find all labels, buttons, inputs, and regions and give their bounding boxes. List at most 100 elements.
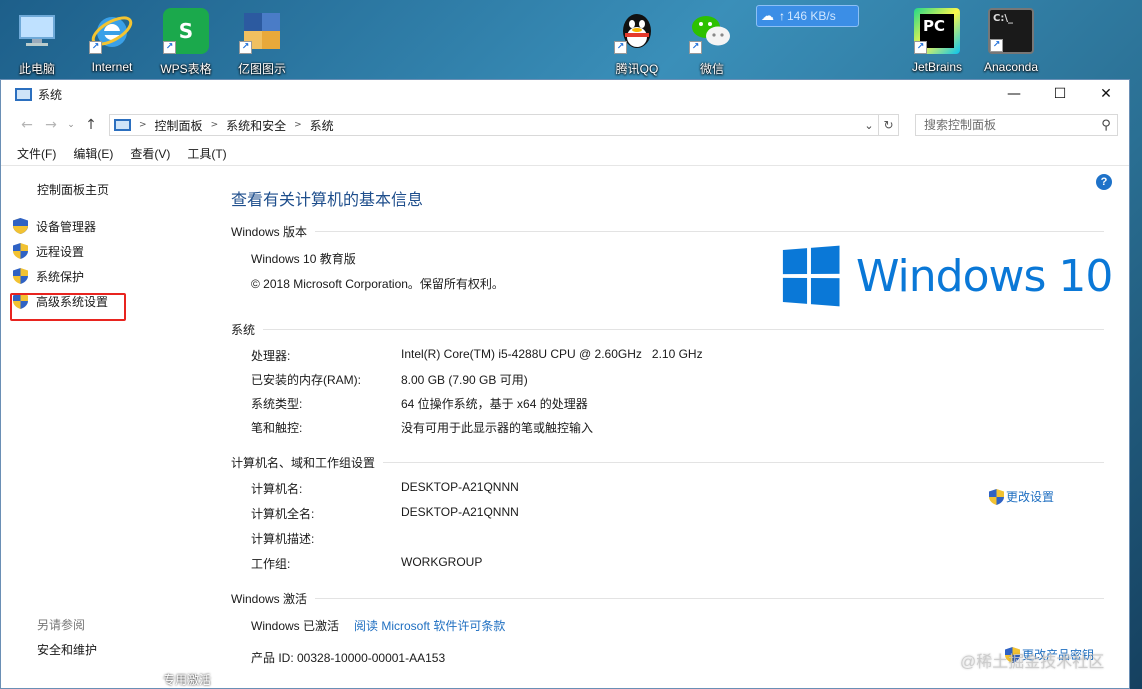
sidebar-link-security-maintenance[interactable]: 安全和维护 xyxy=(37,641,97,658)
edraw-icon: ↗ xyxy=(239,8,285,54)
sidebar-item-label: 系统保护 xyxy=(36,269,85,284)
chevron-right-icon[interactable]: > xyxy=(294,120,302,130)
section-divider xyxy=(315,598,1104,599)
qq-icon: ↗ xyxy=(614,8,660,54)
internet-explorer-icon: ↗ xyxy=(89,8,135,54)
address-bar[interactable]: > 控制面板 > 系统和安全 > 系统 ⌄ xyxy=(109,114,879,136)
section-heading: 计算机名、域和工作组设置 xyxy=(231,456,376,470)
desktop-icon-jetbrains[interactable]: PC ↗ JetBrains xyxy=(901,4,973,78)
forward-button[interactable]: → xyxy=(39,117,63,133)
computer-name-label: 计算机名: xyxy=(251,482,303,496)
section-divider xyxy=(383,462,1104,463)
windows-wordmark: Windows 10 xyxy=(856,250,1113,302)
shortcut-arrow-icon: ↗ xyxy=(614,41,627,54)
pen-touch-value: 没有可用于此显示器的笔或触控输入 xyxy=(401,421,594,435)
page-title: 查看有关计算机的基本信息 xyxy=(231,192,424,209)
section-activation: Windows 激活 xyxy=(231,590,1104,607)
shortcut-arrow-icon: ↗ xyxy=(239,41,252,54)
annotation-highlight-box xyxy=(10,293,126,321)
desktop-icon-label: 此电脑 xyxy=(18,62,55,76)
help-button[interactable]: ? xyxy=(1096,174,1112,190)
search-icon[interactable]: ⚲ xyxy=(1095,118,1117,133)
uac-shield-icon xyxy=(13,268,28,284)
close-button[interactable]: ✕ xyxy=(1083,80,1129,108)
desktop-icon-edraw[interactable]: ↗ 亿图图示 xyxy=(226,4,298,78)
desktop-icon-internet[interactable]: ↗ Internet xyxy=(76,4,148,78)
ram-value: 8.00 GB (7.90 GB 可用) xyxy=(401,373,528,387)
copyright-text: © 2018 Microsoft Corporation。保留所有权利。 xyxy=(251,277,504,291)
breadcrumb-system[interactable]: 系统 xyxy=(310,117,334,134)
section-heading: Windows 版本 xyxy=(231,225,308,239)
desktop-icon-label: WPS表格 xyxy=(160,62,212,76)
window-controls: — ☐ ✕ xyxy=(991,80,1129,108)
system-type-value: 64 位操作系统，基于 x64 的处理器 xyxy=(401,397,588,411)
back-button[interactable]: ← xyxy=(15,117,39,133)
refresh-button[interactable]: ↻ xyxy=(879,114,899,136)
chevron-down-icon[interactable]: ⌄ xyxy=(860,119,878,132)
windows-10-logo: Windows 10 xyxy=(780,245,1113,307)
search-box[interactable]: ⚲ xyxy=(915,114,1118,136)
workgroup-label: 工作组: xyxy=(251,557,291,571)
section-windows-edition: Windows 版本 xyxy=(231,223,1104,240)
windows-flag-icon xyxy=(782,245,840,307)
network-speed-badge: ☁ ↑ 146 KB/s xyxy=(756,5,859,27)
desktop-icon-qq[interactable]: ↗ 腾讯QQ xyxy=(601,4,673,78)
content-area: 控制面板主页 设备管理器 远程设置 系统保护 高级系统设置 另请参阅 安全和维护… xyxy=(1,166,1129,688)
recent-locations-button[interactable]: ⌄ xyxy=(63,120,79,130)
baidu-cloud-icon: ☁ xyxy=(761,8,774,23)
activation-status: Windows 已激活 xyxy=(251,619,340,633)
menu-file[interactable]: 文件(F) xyxy=(17,145,56,162)
desktop-icon-label: Internet xyxy=(91,60,133,74)
desktop-icon-label: 微信 xyxy=(699,62,724,76)
navigation-bar: ← → ⌄ ↑ > 控制面板 > 系统和安全 > 系统 ⌄ ↻ ⚲ xyxy=(1,108,1129,142)
network-speed: 146 KB/s xyxy=(787,9,836,23)
desktop-icon-label: Anaconda xyxy=(983,60,1039,74)
workgroup-value: WORKGROUP xyxy=(401,555,483,569)
window-title: 系统 xyxy=(38,87,63,102)
system-app-icon xyxy=(15,87,32,101)
title-bar[interactable]: 系统 — ☐ ✕ xyxy=(1,80,1129,108)
sidebar-item-device-manager[interactable]: 设备管理器 xyxy=(13,216,96,236)
sidebar-item-remote-settings[interactable]: 远程设置 xyxy=(13,241,84,261)
processor-value: Intel(R) Core(TM) i5-4288U CPU @ 2.60GHz… xyxy=(401,347,703,361)
desktop-icon-this-pc[interactable]: 此电脑 xyxy=(1,4,73,78)
breadcrumb-system-security[interactable]: 系统和安全 xyxy=(226,117,286,134)
search-input[interactable] xyxy=(924,118,1095,132)
terminal-icon: C:\_ ↗ xyxy=(988,8,1034,54)
chevron-right-icon[interactable]: > xyxy=(211,120,219,130)
menu-tools[interactable]: 工具(T) xyxy=(187,145,226,162)
menu-edit[interactable]: 编辑(E) xyxy=(73,145,113,162)
system-window: 系统 — ☐ ✕ ← → ⌄ ↑ > 控制面板 > 系统和安全 > 系统 ⌄ ↻… xyxy=(0,79,1130,689)
sidebar-home-link[interactable]: 控制面板主页 xyxy=(37,181,109,198)
sidebar-item-label: 远程设置 xyxy=(36,244,85,259)
up-button[interactable]: ↑ xyxy=(79,117,103,133)
shortcut-arrow-icon: ↗ xyxy=(163,41,176,54)
license-terms-link[interactable]: 阅读 Microsoft 软件许可条款 xyxy=(354,617,505,634)
change-settings-link[interactable]: 更改设置 xyxy=(989,488,1054,505)
full-computer-name-label: 计算机全名: xyxy=(251,507,315,521)
section-system: 系统 xyxy=(231,321,1104,338)
shortcut-arrow-icon: ↗ xyxy=(990,39,1003,52)
uac-shield-icon xyxy=(13,218,28,234)
shortcut-arrow-icon: ↗ xyxy=(89,41,102,54)
scrollbar[interactable] xyxy=(1115,166,1129,688)
wechat-icon: ↗ xyxy=(689,8,735,54)
menu-view[interactable]: 查看(V) xyxy=(130,145,170,162)
chevron-right-icon[interactable]: > xyxy=(139,120,147,130)
sidebar-item-label: 设备管理器 xyxy=(36,219,97,234)
maximize-button[interactable]: ☐ xyxy=(1037,80,1083,108)
computer-description-label: 计算机描述: xyxy=(251,532,315,546)
watermark-text: @稀土掘金技术社区 xyxy=(960,654,1105,671)
pen-touch-label: 笔和触控: xyxy=(251,421,303,435)
desktop-icon-wechat[interactable]: ↗ 微信 xyxy=(676,4,748,78)
section-divider xyxy=(315,231,1104,232)
processor-label: 处理器: xyxy=(251,349,291,363)
pycharm-icon: PC ↗ xyxy=(914,8,960,54)
breadcrumb-control-panel[interactable]: 控制面板 xyxy=(155,117,203,134)
minimize-button[interactable]: — xyxy=(991,80,1037,108)
section-divider xyxy=(263,329,1104,330)
wps-spreadsheet-icon: S ↗ xyxy=(163,8,209,54)
desktop-icon-anaconda[interactable]: C:\_ ↗ Anaconda xyxy=(975,4,1047,78)
sidebar-item-system-protection[interactable]: 系统保护 xyxy=(13,266,84,286)
desktop-icon-wps[interactable]: S ↗ WPS表格 xyxy=(150,4,222,78)
